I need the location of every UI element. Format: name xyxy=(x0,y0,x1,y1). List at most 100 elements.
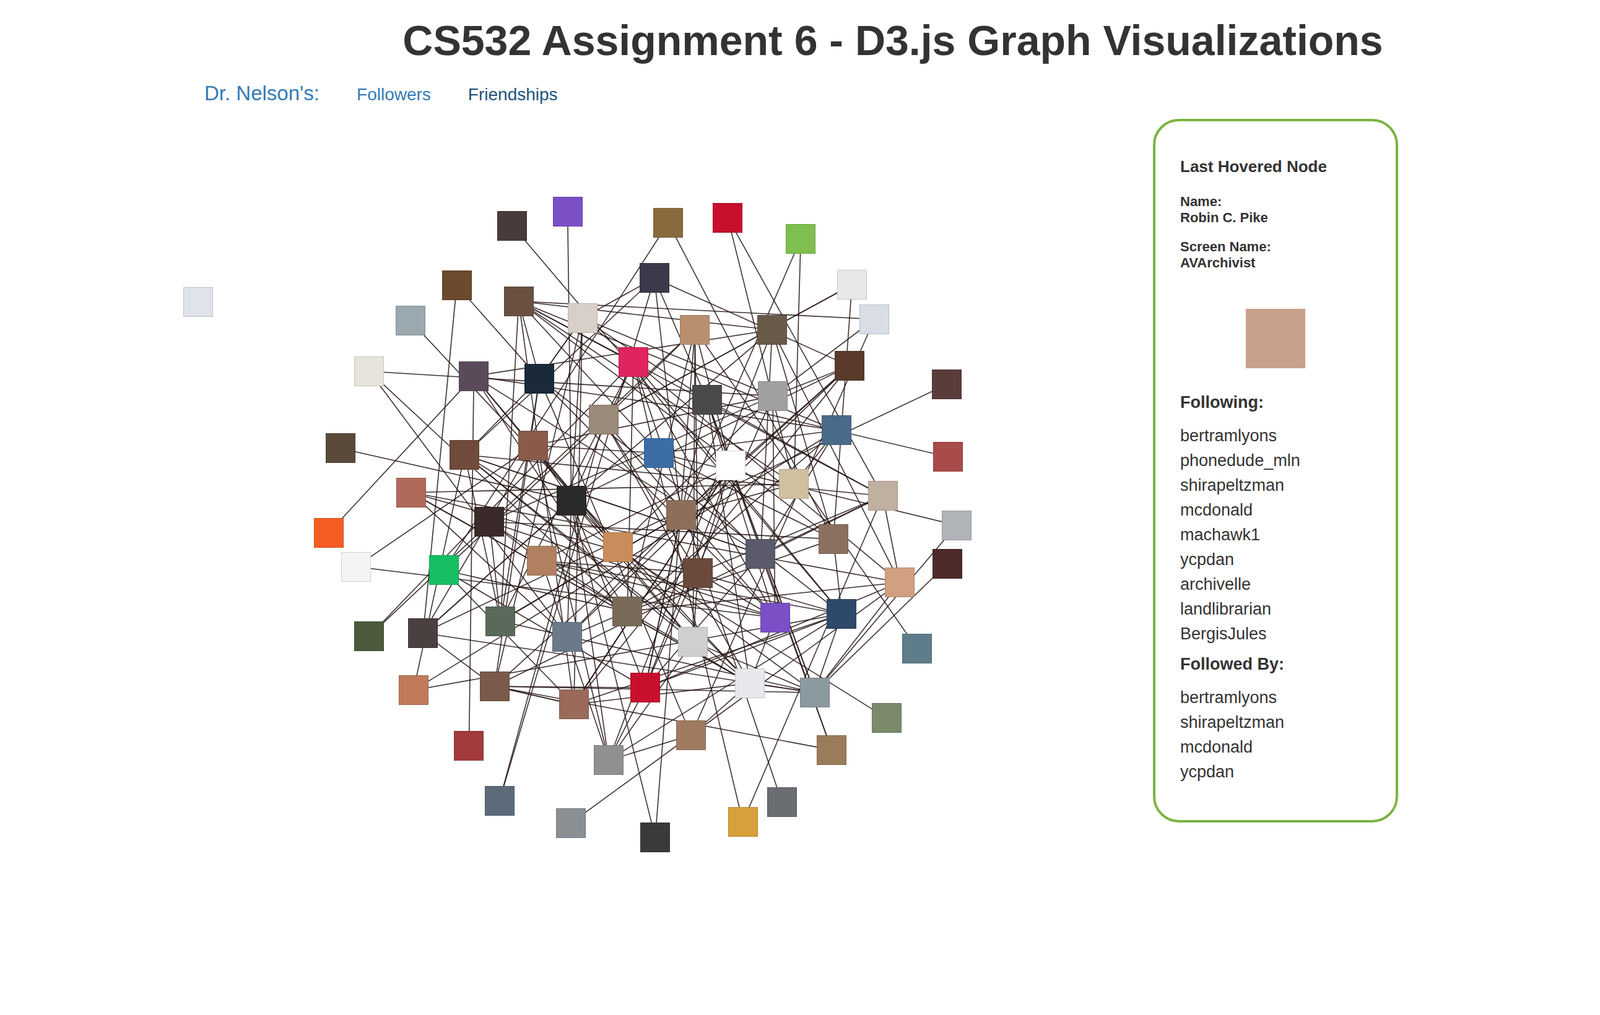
graph-node[interactable] xyxy=(474,507,505,537)
nav-link[interactable]: Friendships xyxy=(468,84,558,105)
graph-edge xyxy=(518,301,883,496)
graph-node[interactable] xyxy=(859,304,890,335)
graph-node[interactable] xyxy=(398,675,429,706)
graph-edge xyxy=(582,318,773,397)
graph-node[interactable] xyxy=(313,518,344,548)
graph-node[interactable] xyxy=(757,315,787,345)
graph-node[interactable] xyxy=(678,627,708,657)
graph-node[interactable] xyxy=(593,745,624,776)
graph-node[interactable] xyxy=(354,621,384,652)
graph-node[interactable] xyxy=(429,555,459,586)
graph-node[interactable] xyxy=(485,606,516,637)
profile-photo xyxy=(1245,308,1306,369)
graph-edge xyxy=(707,400,750,684)
following-item: mcdonald xyxy=(1180,497,1371,523)
graph-node[interactable] xyxy=(666,500,696,531)
graph-edge xyxy=(541,560,609,761)
graph-node[interactable] xyxy=(734,668,765,699)
graph-node[interactable] xyxy=(556,808,586,839)
graph-edge xyxy=(608,614,843,761)
graph-edge xyxy=(645,582,900,688)
graph-node[interactable] xyxy=(341,552,371,583)
graph-node[interactable] xyxy=(618,347,649,378)
following-item: landlibrarian xyxy=(1180,596,1371,622)
graph-edge xyxy=(633,362,783,803)
graph-node[interactable] xyxy=(933,442,963,472)
graph-node[interactable] xyxy=(588,404,619,435)
graph-node[interactable] xyxy=(453,731,484,761)
isolated-graph-node[interactable] xyxy=(183,287,214,318)
graph-node[interactable] xyxy=(556,486,587,516)
graph-node[interactable] xyxy=(826,599,857,630)
name-label: Name: xyxy=(1180,193,1371,210)
graph-node[interactable] xyxy=(800,678,830,708)
screen-name-field: Screen Name:AVArchivist xyxy=(1180,239,1371,272)
graph-edge xyxy=(518,301,834,540)
graph-node[interactable] xyxy=(932,549,963,579)
graph-node[interactable] xyxy=(603,532,633,563)
graph-node[interactable] xyxy=(559,689,589,720)
graph-node[interactable] xyxy=(552,622,583,653)
graph-node[interactable] xyxy=(395,305,426,336)
graph-node[interactable] xyxy=(567,303,598,334)
graph-node[interactable] xyxy=(728,807,758,838)
graph-node[interactable] xyxy=(643,438,674,469)
graph-node[interactable] xyxy=(760,603,791,633)
graph-node[interactable] xyxy=(458,361,489,392)
graph-node[interactable] xyxy=(941,510,972,541)
graph-edge xyxy=(369,371,628,612)
graph-edge xyxy=(814,564,948,693)
graph-node[interactable] xyxy=(757,381,788,412)
graph-node[interactable] xyxy=(449,440,480,470)
graph-node[interactable] xyxy=(778,469,809,500)
graph-node[interactable] xyxy=(442,270,472,301)
graph-node[interactable] xyxy=(871,703,902,734)
graph-node[interactable] xyxy=(630,673,661,703)
graph-node[interactable] xyxy=(653,208,683,238)
graph-node[interactable] xyxy=(612,596,643,627)
graph-node[interactable] xyxy=(745,539,776,570)
graph-node[interactable] xyxy=(902,634,932,664)
graph-node[interactable] xyxy=(497,211,527,241)
graph-edge xyxy=(500,301,519,622)
graph-edge xyxy=(697,495,883,574)
graph-node[interactable] xyxy=(524,364,555,394)
graph-node[interactable] xyxy=(816,735,847,766)
graph-node[interactable] xyxy=(552,196,583,227)
graph-node[interactable] xyxy=(868,481,898,511)
graph-node[interactable] xyxy=(354,356,384,387)
graph-node[interactable] xyxy=(408,618,438,649)
graph-node[interactable] xyxy=(785,224,816,254)
followed-by-item: bertramlyons xyxy=(1180,685,1371,711)
graph-node[interactable] xyxy=(676,720,706,751)
graph-edge xyxy=(772,330,900,583)
graph-node[interactable] xyxy=(834,351,865,381)
graph-node[interactable] xyxy=(504,286,534,317)
graph-node[interactable] xyxy=(396,478,427,508)
graph-edge xyxy=(464,455,883,496)
graph-edge xyxy=(694,330,698,574)
graph-node[interactable] xyxy=(484,786,515,817)
page: CS532 Assignment 6 - D3.js Graph Visuali… xyxy=(0,0,1600,1015)
graph-node[interactable] xyxy=(715,450,746,481)
graph-node[interactable] xyxy=(639,263,670,293)
graph-node[interactable] xyxy=(679,315,710,345)
graph-node[interactable] xyxy=(325,433,356,464)
graph-node[interactable] xyxy=(767,787,797,818)
graph-node[interactable] xyxy=(518,430,548,461)
graph-node[interactable] xyxy=(884,567,915,598)
graph-node[interactable] xyxy=(479,671,510,702)
graph-node[interactable] xyxy=(640,822,670,853)
graph-edge xyxy=(633,362,842,615)
graph-node[interactable] xyxy=(692,385,722,415)
graph-node[interactable] xyxy=(526,546,557,576)
graph-node[interactable] xyxy=(712,203,743,233)
graph-node[interactable] xyxy=(837,269,867,300)
graph-node[interactable] xyxy=(818,524,849,555)
graph-node[interactable] xyxy=(821,415,852,446)
node-info-panel: Last Hovered NodeName:Robin C. PikeScree… xyxy=(1152,118,1399,823)
graph-node[interactable] xyxy=(682,558,713,589)
graph-edge xyxy=(422,445,534,634)
graph-node[interactable] xyxy=(931,369,962,400)
nav-link[interactable]: Followers xyxy=(356,84,431,105)
